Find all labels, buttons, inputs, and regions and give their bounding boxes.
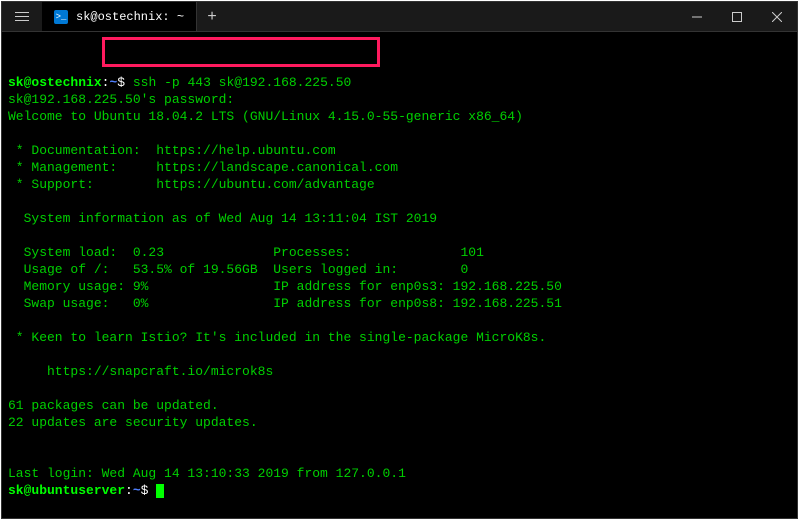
- powershell-icon: >_: [54, 10, 68, 24]
- terminal-line: * Support: https://ubuntu.com/advantage: [8, 177, 375, 192]
- terminal-line: 22 updates are security updates.: [8, 415, 258, 430]
- window-controls: [677, 2, 797, 31]
- prompt-dollar: $: [117, 75, 133, 90]
- terminal-line: System load: 0.23 Processes: 101: [8, 245, 484, 260]
- prompt-path: ~: [133, 483, 141, 498]
- maximize-button[interactable]: [717, 2, 757, 31]
- tab-active[interactable]: >_ sk@ostechnix: ~: [42, 2, 197, 31]
- terminal-line: Welcome to Ubuntu 18.04.2 LTS (GNU/Linux…: [8, 109, 523, 124]
- terminal-line: sk@ostechnix:~$ ssh -p 443 sk@192.168.22…: [8, 75, 351, 90]
- terminal-line: Memory usage: 9% IP address for enp0s3: …: [8, 279, 562, 294]
- close-button[interactable]: [757, 2, 797, 31]
- minimize-icon: [692, 12, 702, 22]
- terminal-line: Last login: Wed Aug 14 13:10:33 2019 fro…: [8, 466, 406, 481]
- close-icon: [772, 12, 782, 22]
- hamburger-icon: [15, 12, 29, 21]
- prompt-user: sk@ostechnix: [8, 75, 102, 90]
- terminal-line: * Management: https://landscape.canonica…: [8, 160, 398, 175]
- highlight-box: [102, 37, 380, 67]
- terminal-body[interactable]: sk@ostechnix:~$ ssh -p 443 sk@192.168.22…: [2, 32, 797, 518]
- terminal-line: * Keen to learn Istio? It's included in …: [8, 330, 546, 345]
- cursor: [156, 484, 164, 498]
- menu-button[interactable]: [2, 2, 42, 31]
- prompt-dollar: $: [141, 483, 157, 498]
- command-text: ssh -p 443 sk@192.168.225.50: [133, 75, 351, 90]
- titlebar: >_ sk@ostechnix: ~ +: [2, 2, 797, 32]
- maximize-icon: [732, 12, 742, 22]
- minimize-button[interactable]: [677, 2, 717, 31]
- terminal-line: sk@192.168.225.50's password:: [8, 92, 234, 107]
- titlebar-left: >_ sk@ostechnix: ~ +: [2, 2, 227, 31]
- terminal-line: * Documentation: https://help.ubuntu.com: [8, 143, 336, 158]
- terminal-window: >_ sk@ostechnix: ~ + sk@ostechnix:~$ ssh…: [1, 1, 798, 519]
- prompt-user: sk@ubuntuserver: [8, 483, 125, 498]
- plus-icon: +: [207, 8, 217, 26]
- prompt-separator: :: [125, 483, 133, 498]
- terminal-line: Swap usage: 0% IP address for enp0s8: 19…: [8, 296, 562, 311]
- terminal-line: https://snapcraft.io/microk8s: [8, 364, 273, 379]
- terminal-line: System information as of Wed Aug 14 13:1…: [8, 211, 437, 226]
- terminal-line: sk@ubuntuserver:~$: [8, 483, 164, 498]
- new-tab-button[interactable]: +: [197, 2, 227, 31]
- terminal-line: Usage of /: 53.5% of 19.56GB Users logge…: [8, 262, 468, 277]
- tab-title: sk@ostechnix: ~: [76, 10, 184, 24]
- terminal-line: 61 packages can be updated.: [8, 398, 219, 413]
